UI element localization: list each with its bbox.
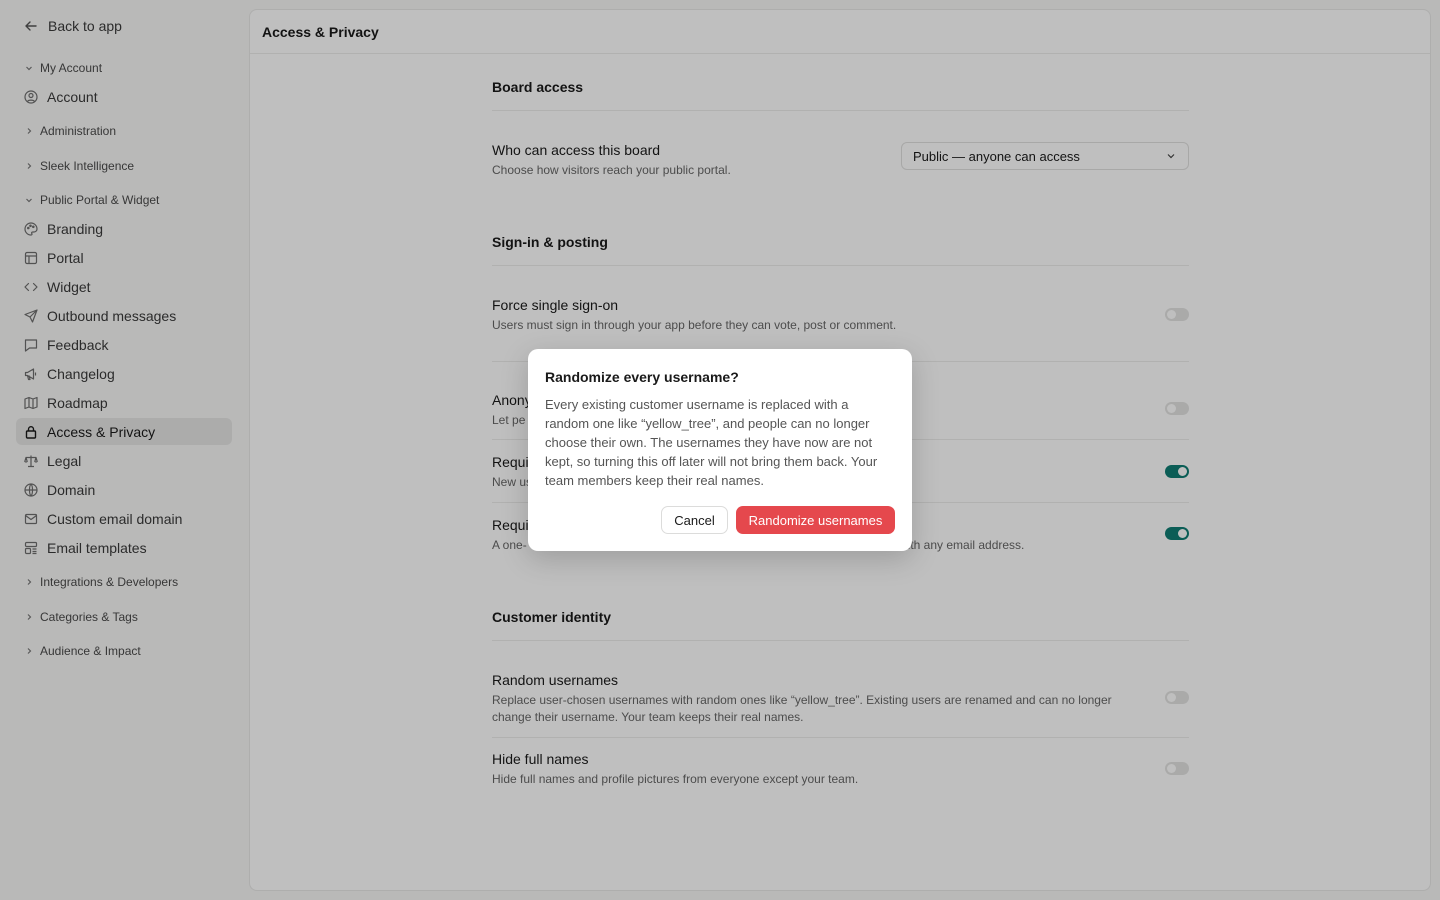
randomize-usernames-button[interactable]: Randomize usernames — [736, 506, 895, 534]
cancel-button[interactable]: Cancel — [661, 506, 728, 534]
confirm-dialog: Randomize every username? Every existing… — [528, 349, 912, 551]
dialog-actions: Cancel Randomize usernames — [661, 506, 895, 534]
dialog-body: Every existing customer username is repl… — [545, 397, 878, 488]
dialog-title: Randomize every username? — [545, 369, 739, 385]
